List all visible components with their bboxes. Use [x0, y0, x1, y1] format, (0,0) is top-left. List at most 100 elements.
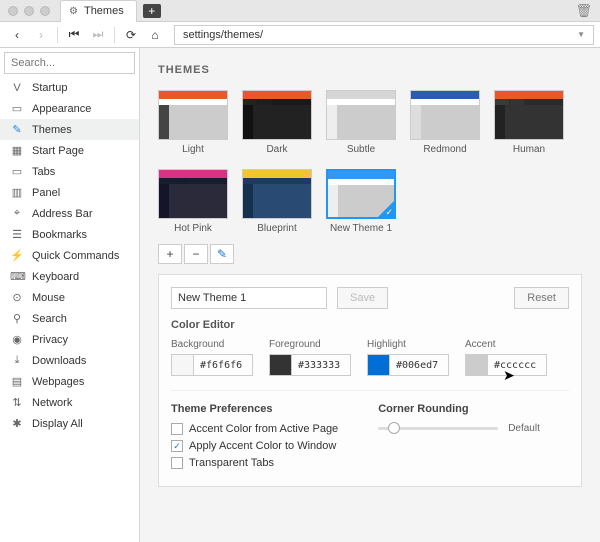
theme-light[interactable]: Light: [158, 90, 228, 155]
color-editor-heading: Color Editor: [171, 319, 569, 331]
theme-subtle[interactable]: Subtle: [326, 90, 396, 155]
theme-actions: + − ✎: [158, 244, 582, 264]
sidebar-item-startup[interactable]: VStartup: [0, 78, 139, 98]
theme-name: Hot Pink: [158, 223, 228, 234]
sidebar-item-search[interactable]: ⚲Search: [0, 308, 139, 329]
theme-hot-pink[interactable]: Hot Pink: [158, 169, 228, 234]
sidebar-item-webpages[interactable]: ▤Webpages: [0, 371, 139, 392]
swatch-label: Foreground: [269, 339, 351, 350]
min-dot[interactable]: [24, 6, 34, 16]
swatch-label: Highlight: [367, 339, 449, 350]
sidebar-label: Privacy: [32, 334, 68, 346]
sidebar: VStartup▭Appearance✎Themes▦Start Page▭Ta…: [0, 48, 140, 542]
swatch-foreground: Foreground #333333: [269, 339, 351, 376]
theme-human[interactable]: Human: [494, 90, 564, 155]
color-value[interactable]: #f6f6f6: [194, 360, 252, 371]
color-swatch[interactable]: [172, 355, 194, 375]
theme-name: Dark: [242, 144, 312, 155]
swatch-row[interactable]: #f6f6f6: [171, 354, 253, 376]
theme-thumb: [242, 169, 312, 219]
theme-name: Blueprint: [242, 223, 312, 234]
sidebar-item-network[interactable]: ⇅Network: [0, 392, 139, 413]
remove-theme-button[interactable]: −: [184, 244, 208, 264]
theme-thumb: [158, 90, 228, 140]
dropdown-icon[interactable]: ▼: [577, 30, 585, 39]
add-theme-button[interactable]: +: [158, 244, 182, 264]
theme-redmond[interactable]: Redmond: [410, 90, 480, 155]
sidebar-item-downloads[interactable]: ⤓Downloads: [0, 350, 139, 371]
swatch-row[interactable]: #333333: [269, 354, 351, 376]
theme-thumb: [326, 90, 396, 140]
theme-thumb: ✓: [326, 169, 396, 219]
sidebar-label: Keyboard: [32, 271, 79, 283]
pref-label: Accent Color from Active Page: [189, 423, 338, 435]
sidebar-item-address-bar[interactable]: ⌖Address Bar: [0, 203, 139, 224]
sidebar-label: Tabs: [32, 166, 55, 178]
sidebar-item-mouse[interactable]: ⊙Mouse: [0, 287, 139, 308]
theme-blueprint[interactable]: Blueprint: [242, 169, 312, 234]
checkbox[interactable]: ✓: [171, 440, 183, 452]
sidebar-label: Themes: [32, 124, 72, 136]
divider: [57, 27, 58, 43]
color-swatch[interactable]: [466, 355, 488, 375]
browser-tab[interactable]: ⚙ Themes: [60, 0, 137, 22]
sidebar-item-start-page[interactable]: ▦Start Page: [0, 140, 139, 161]
checkbox[interactable]: [171, 457, 183, 469]
pref-accent-color-from-active-page[interactable]: Accent Color from Active Page: [171, 423, 338, 435]
sidebar-icon: V: [10, 82, 24, 94]
max-dot[interactable]: [40, 6, 50, 16]
home-button[interactable]: ⌂: [144, 25, 166, 45]
pref-label: Transparent Tabs: [189, 457, 274, 469]
fastforward-button[interactable]: ⏭: [87, 25, 109, 45]
pref-apply-accent-color-to-window[interactable]: ✓Apply Accent Color to Window: [171, 440, 338, 452]
color-value[interactable]: #006ed7: [390, 360, 448, 371]
color-swatch[interactable]: [368, 355, 390, 375]
sidebar-icon: ▥: [10, 186, 24, 199]
sidebar-item-panel[interactable]: ▥Panel: [0, 182, 139, 203]
checkbox[interactable]: [171, 423, 183, 435]
back-button[interactable]: ‹: [6, 25, 28, 45]
edit-theme-button[interactable]: ✎: [210, 244, 234, 264]
sidebar-item-themes[interactable]: ✎Themes: [0, 119, 139, 140]
theme-dark[interactable]: Dark: [242, 90, 312, 155]
swatch-accent: Accent #cccccc: [465, 339, 547, 376]
color-swatch[interactable]: [270, 355, 292, 375]
sidebar-label: Quick Commands: [32, 250, 119, 262]
sidebar-item-privacy[interactable]: ◉ Privacy: [0, 329, 139, 350]
nav-list: VStartup▭Appearance✎Themes▦Start Page▭Ta…: [0, 78, 139, 434]
sidebar-item-quick-commands[interactable]: ⚡ Quick Commands: [0, 245, 139, 266]
color-value[interactable]: #cccccc: [488, 360, 546, 371]
theme-thumb: [494, 90, 564, 140]
corner-slider[interactable]: Default: [378, 423, 540, 434]
swatch-highlight: Highlight #006ed7: [367, 339, 449, 376]
sidebar-item-display-all[interactable]: ✱Display All: [0, 413, 139, 434]
reset-button[interactable]: Reset: [514, 287, 569, 309]
theme-name-input[interactable]: [171, 287, 327, 309]
close-dot[interactable]: [8, 6, 18, 16]
sidebar-item-appearance[interactable]: ▭Appearance: [0, 98, 139, 119]
slider-handle[interactable]: [388, 422, 400, 434]
rewind-button[interactable]: ⏮: [63, 25, 85, 45]
sidebar-icon: ▤: [10, 375, 24, 388]
color-value[interactable]: #333333: [292, 360, 350, 371]
url-bar[interactable]: settings/themes/ ▼: [174, 25, 594, 45]
swatch-label: Accent: [465, 339, 547, 350]
reload-button[interactable]: ⟳: [120, 25, 142, 45]
trash-icon[interactable]: 🗑: [575, 3, 592, 19]
sidebar-icon: ◉: [10, 333, 24, 346]
theme-new-theme-1[interactable]: ✓New Theme 1: [326, 169, 396, 234]
sidebar-item-tabs[interactable]: ▭Tabs: [0, 161, 139, 182]
sidebar-item-bookmarks[interactable]: ☰Bookmarks: [0, 224, 139, 245]
main-content: THEMES LightDarkSubtleRedmondHumanHot Pi…: [140, 48, 600, 542]
forward-button[interactable]: ›: [30, 25, 52, 45]
sidebar-item-keyboard[interactable]: ⌨Keyboard: [0, 266, 139, 287]
save-button[interactable]: Save: [337, 287, 388, 309]
new-tab-button[interactable]: +: [143, 4, 161, 18]
theme-grid: Light Dark SubtleRedmondHuman Hot Pink Bluep…: [158, 90, 582, 234]
swatch-row[interactable]: #cccccc: [465, 354, 547, 376]
swatch-row[interactable]: #006ed7: [367, 354, 449, 376]
sidebar-label: Bookmarks: [32, 229, 87, 241]
search-input[interactable]: [4, 52, 135, 74]
sidebar-icon: ⚡: [10, 249, 24, 262]
pref-transparent-tabs[interactable]: Transparent Tabs: [171, 457, 338, 469]
